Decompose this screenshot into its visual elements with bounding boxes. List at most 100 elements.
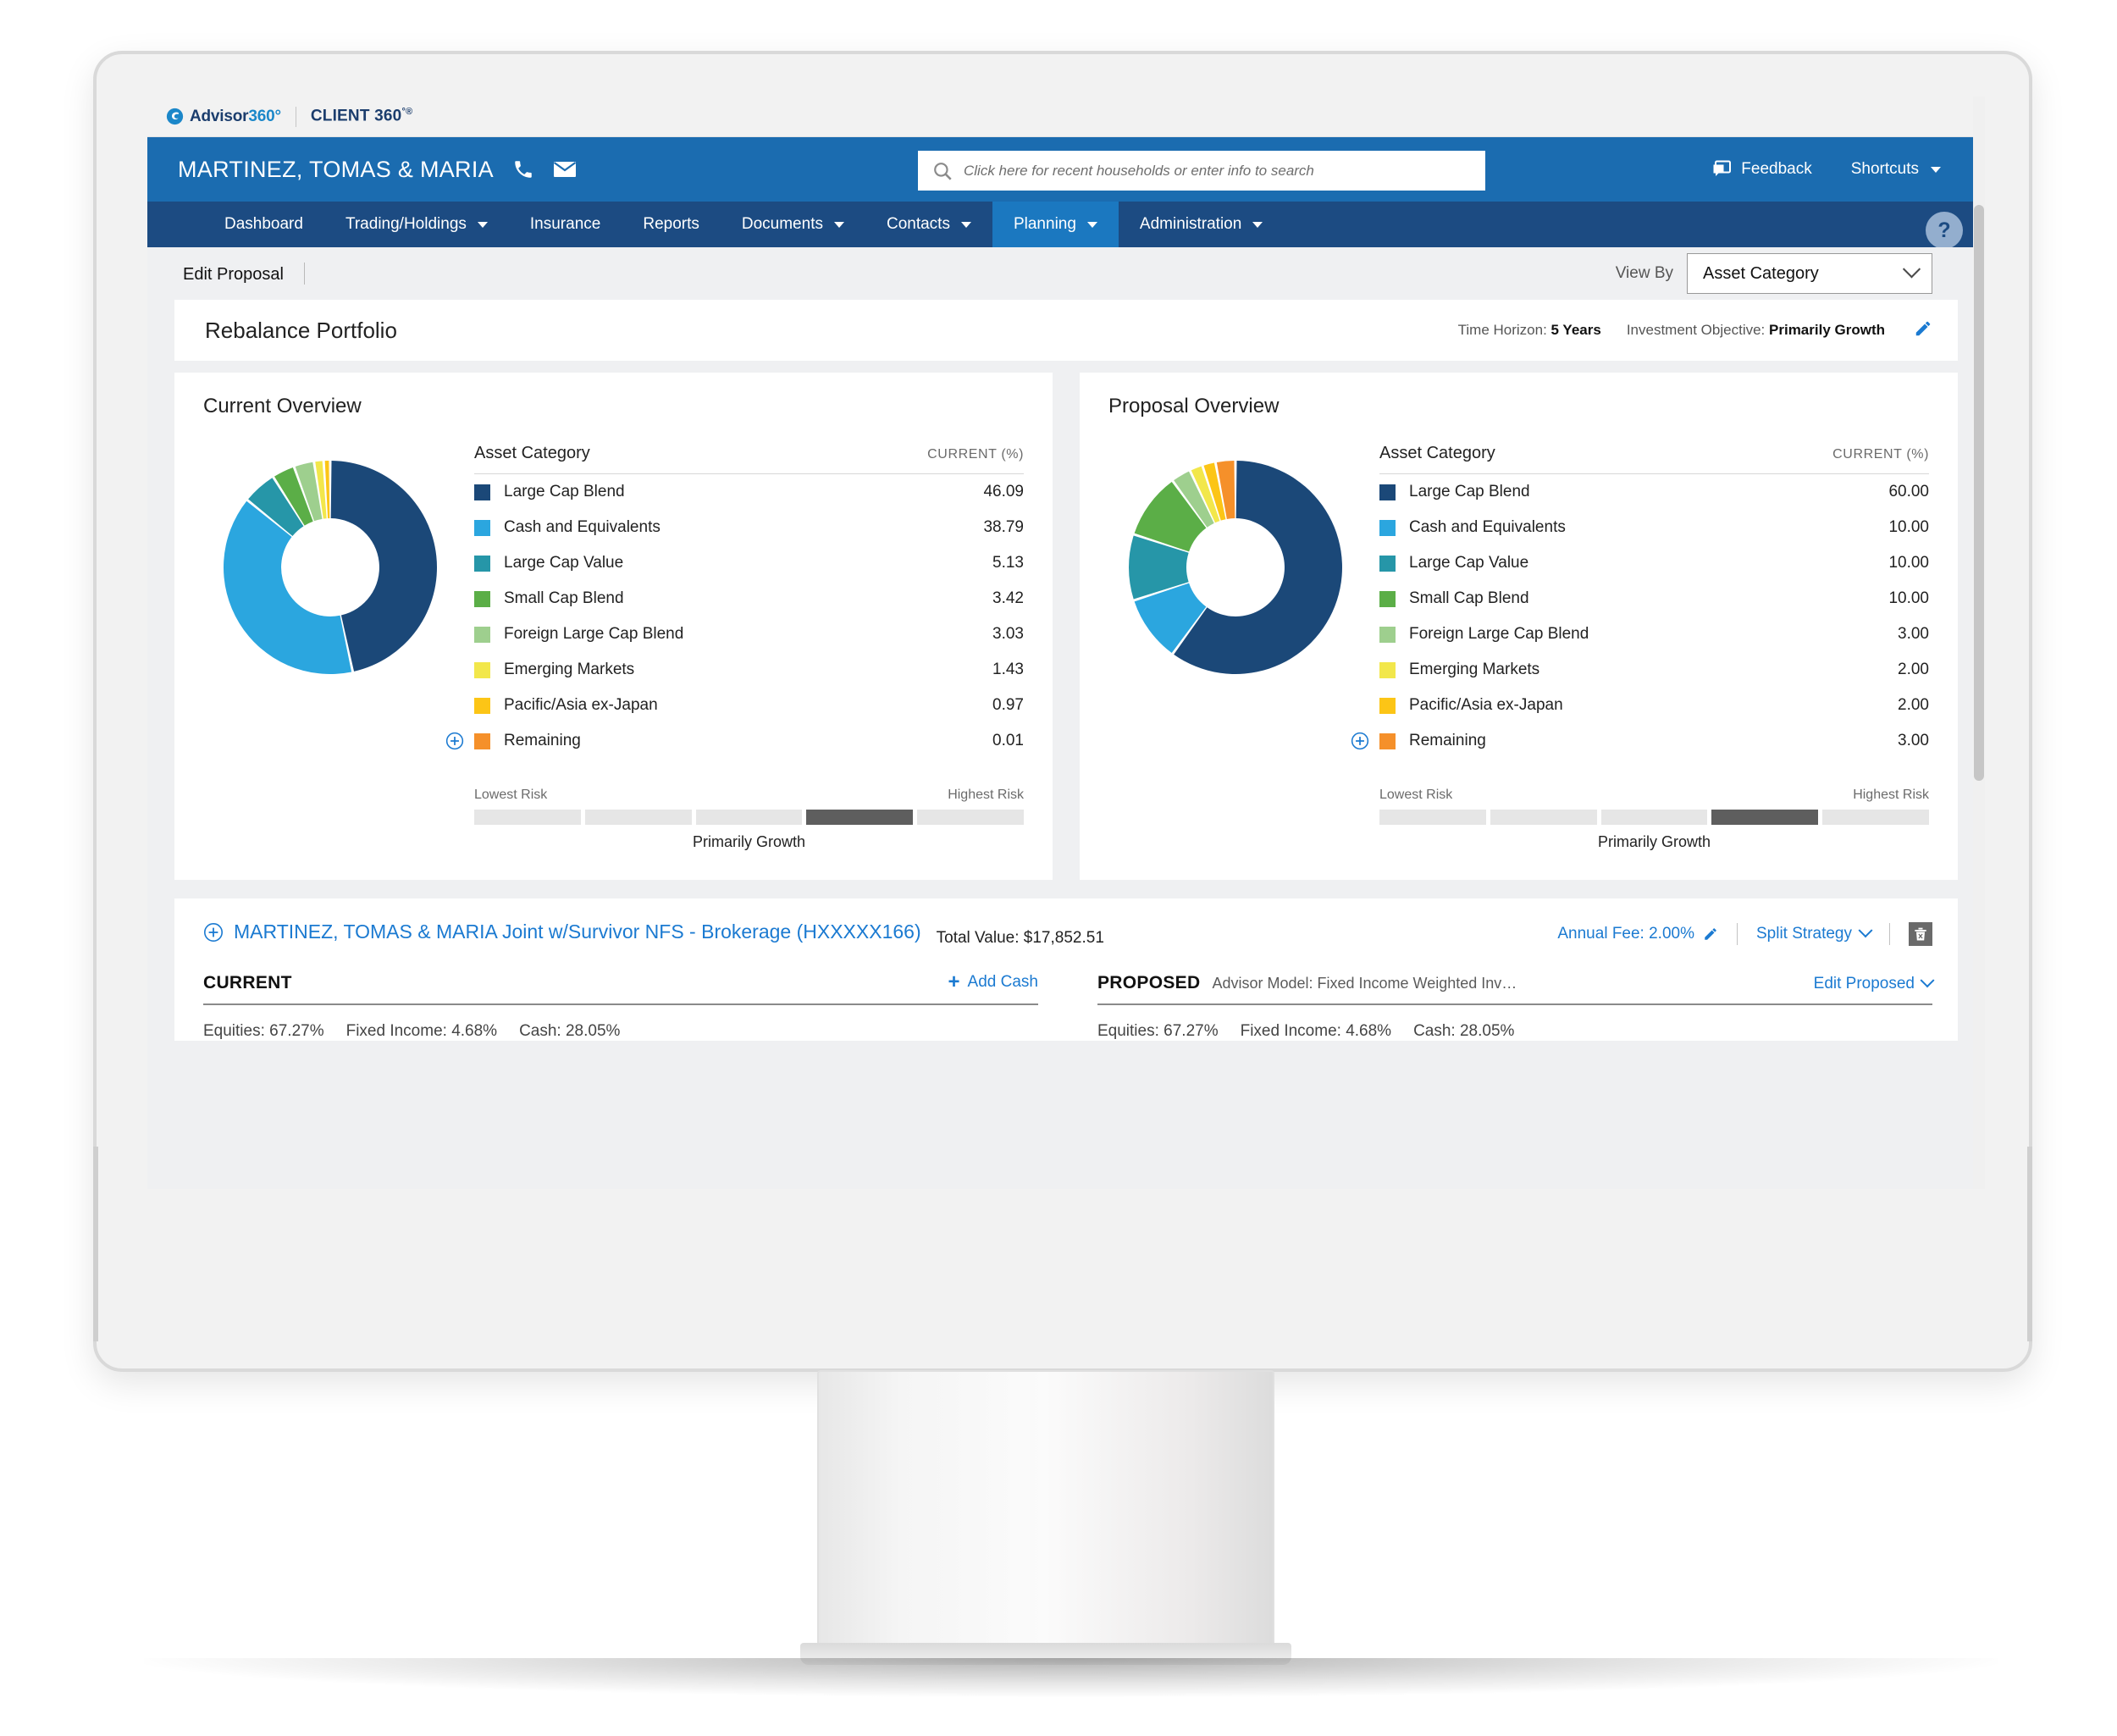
proposal-overview-body: Asset Category CURRENT (%) Large Cap Ble… — [1108, 428, 1929, 851]
chevron-down-icon — [833, 221, 844, 228]
legend-category-value: 2.00 — [1898, 696, 1929, 714]
legend-row[interactable]: Pacific/Asia ex-Japan 0.97 — [474, 688, 1024, 723]
stand-shadow — [144, 1658, 1998, 1697]
account-name-link[interactable]: MARTINEZ, TOMAS & MARIA Joint w/Survivor… — [203, 921, 921, 943]
legend-row[interactable]: Remaining 3.00 — [1351, 723, 1929, 759]
feedback-comment-icon — [1713, 160, 1732, 176]
legend-row[interactable]: Small Cap Blend 3.42 — [474, 581, 1024, 616]
legend-row[interactable]: Foreign Large Cap Blend 3.03 — [474, 616, 1024, 652]
legend-category-label: Remaining — [1409, 732, 1486, 749]
legend-category-label: Foreign Large Cap Blend — [504, 625, 684, 643]
objective-label: Investment Objective: — [1626, 322, 1766, 338]
edit-rebalance-button[interactable] — [1914, 319, 1932, 342]
legend-category-label: Foreign Large Cap Blend — [1409, 625, 1589, 643]
risk-segment — [917, 810, 1024, 825]
legend-row[interactable]: Cash and Equivalents 38.79 — [474, 510, 1024, 545]
proposal-donut-wrap — [1108, 428, 1363, 699]
legend-color-swatch — [474, 733, 490, 749]
legend-row[interactable]: Large Cap Blend 46.09 — [474, 474, 1024, 510]
legend-row[interactable]: Remaining 0.01 — [445, 723, 1024, 759]
top-header-bar: MARTINEZ, TOMAS & MARIA Click here for r… — [147, 137, 1985, 202]
current-risk-caption: Primarily Growth — [692, 833, 805, 850]
nav-item-trading-holdings[interactable]: Trading/Holdings — [324, 202, 509, 247]
edit-proposed-button[interactable]: Edit Proposed — [1814, 972, 1935, 993]
sub-toolbar: Edit Proposal View By Asset Category — [147, 247, 1985, 300]
nav-label: Administration — [1139, 215, 1242, 233]
expand-remaining-icon[interactable] — [445, 732, 464, 750]
search-bar[interactable] — [918, 151, 1485, 191]
proposed-allocation-stats: Equities: 67.27% Fixed Income: 4.68% Cash:… — [1097, 1022, 1932, 1041]
legend-row[interactable]: Foreign Large Cap Blend 3.00 — [1379, 616, 1929, 652]
legend-col-value: CURRENT (%) — [1832, 447, 1929, 462]
current-risk-bar — [474, 810, 1024, 825]
current-legend-header: Asset Category CURRENT (%) — [474, 444, 1024, 474]
legend-category-value: 10.00 — [1888, 518, 1929, 536]
help-button[interactable]: ? — [1926, 212, 1963, 249]
delete-account-button[interactable] — [1909, 921, 1932, 946]
legend-category-label: Large Cap Value — [504, 554, 624, 572]
legend-row[interactable]: Pacific/Asia ex-Japan 2.00 — [1379, 688, 1929, 723]
legend-category-value: 2.00 — [1898, 661, 1929, 678]
annual-fee-link[interactable]: Annual Fee: 2.00% — [1557, 925, 1718, 943]
nav-item-administration[interactable]: Administration — [1119, 202, 1284, 247]
legend-row[interactable]: Cash and Equivalents 10.00 — [1379, 510, 1929, 545]
feedback-button[interactable]: Feedback — [1711, 159, 1812, 180]
time-horizon-value: 5 Years — [1550, 322, 1601, 338]
risk-segment — [1822, 810, 1929, 825]
legend-category-value: 1.43 — [992, 661, 1024, 678]
nav-item-insurance[interactable]: Insurance — [509, 202, 622, 247]
allocation-stat: Cash: 28.05% — [1413, 1021, 1515, 1040]
search-icon — [934, 162, 952, 180]
donut-slice[interactable] — [330, 461, 438, 672]
current-risk-meter: Lowest Risk Highest Risk Primarily Growt… — [474, 788, 1024, 851]
legend-col-value: CURRENT (%) — [927, 447, 1024, 462]
legend-category-value: 3.42 — [992, 589, 1024, 607]
nav-item-dashboard[interactable]: Dashboard — [203, 202, 324, 247]
nav-item-documents[interactable]: Documents — [721, 202, 865, 247]
search-input[interactable] — [953, 151, 1485, 191]
allocation-stat: Equities: 67.27% — [203, 1021, 324, 1040]
current-title: CURRENT — [203, 972, 292, 992]
mail-icon[interactable] — [553, 160, 577, 179]
legend-row[interactable]: Large Cap Value 5.13 — [474, 545, 1024, 581]
current-donut-chart — [223, 461, 438, 675]
brand-client360: CLIENT 360°® — [310, 107, 413, 125]
expand-remaining-icon[interactable] — [1351, 732, 1369, 750]
legend-color-swatch — [474, 484, 490, 500]
proposed-column-header: PROPOSED Advisor Model: Fixed Income Wei… — [1097, 972, 1935, 1005]
phone-icon[interactable] — [512, 158, 534, 180]
legend-color-swatch — [474, 661, 490, 678]
legend-color-swatch — [1379, 626, 1396, 643]
legend-category-label: Large Cap Blend — [504, 483, 625, 500]
legend-color-swatch — [474, 555, 490, 572]
legend-row[interactable]: Large Cap Value 10.00 — [1379, 545, 1929, 581]
advisor360-swirl-icon — [166, 108, 184, 125]
add-cash-button[interactable]: + Add Cash — [948, 971, 1038, 992]
highest-risk-label: Highest Risk — [948, 788, 1024, 802]
view-by-select[interactable]: Asset Category — [1687, 253, 1932, 294]
nav-item-planning[interactable]: Planning — [992, 202, 1119, 270]
investment-objective: Investment Objective: Primarily Growth — [1627, 322, 1885, 339]
legend-color-swatch — [474, 519, 490, 536]
current-overview-card: Current Overview Asset Category CURRENT … — [174, 373, 1053, 880]
nav-item-contacts[interactable]: Contacts — [865, 202, 992, 247]
edit-proposal-group: Edit Proposal — [183, 263, 306, 285]
legend-row[interactable]: Small Cap Blend 10.00 — [1379, 581, 1929, 616]
legend-row[interactable]: Emerging Markets 1.43 — [474, 652, 1024, 688]
chevron-down-icon — [960, 221, 971, 228]
scrollbar-thumb[interactable] — [1974, 205, 1984, 781]
legend-color-swatch — [1379, 519, 1396, 536]
nav-item-reports[interactable]: Reports — [622, 202, 721, 247]
add-cash-label: Add Cash — [967, 972, 1038, 991]
shortcuts-menu[interactable]: Shortcuts — [1851, 160, 1941, 179]
legend-category-value: 46.09 — [983, 483, 1024, 500]
total-value-label: Total Value: — [936, 928, 1020, 947]
legend-row[interactable]: Emerging Markets 2.00 — [1379, 652, 1929, 688]
legend-color-swatch — [1379, 697, 1396, 714]
monitor-vent-right — [2027, 1147, 2032, 1341]
screen-viewport: Advisor360° CLIENT 360°® MARTINEZ, TOMAS… — [147, 97, 1985, 1189]
edit-proposal-link[interactable]: Edit Proposal — [183, 265, 284, 284]
split-strategy-menu[interactable]: Split Strategy — [1756, 923, 1873, 943]
legend-row[interactable]: Large Cap Blend 60.00 — [1379, 474, 1929, 510]
page-scrollbar[interactable] — [1973, 97, 1985, 1189]
